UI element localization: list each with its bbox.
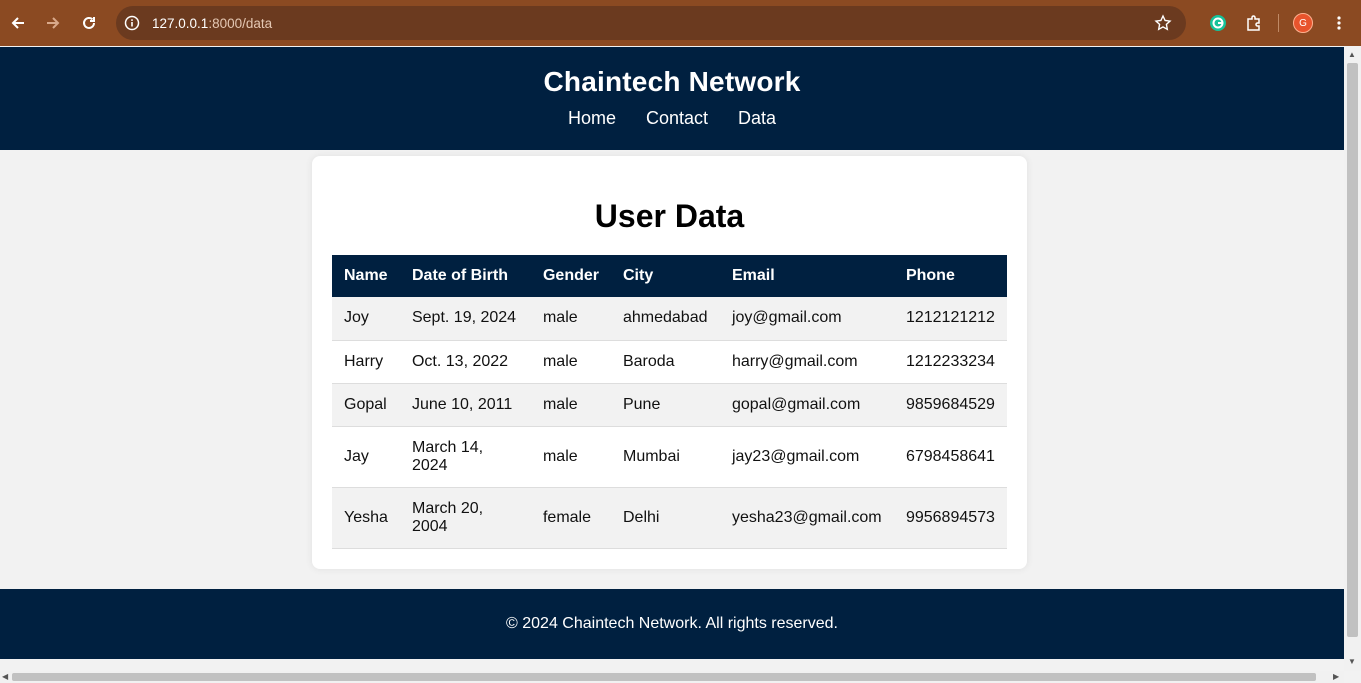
site-title: Chaintech Network <box>543 66 801 97</box>
browser-toolbar: 127.0.0.1:8000/data G <box>0 0 1361 46</box>
grammarly-extension-button[interactable] <box>1200 5 1236 41</box>
table-header-row: Name Date of Birth Gender City Email Pho… <box>332 255 1007 297</box>
toolbar-separator <box>1278 14 1279 32</box>
table-row: Jay March 14, 2024 male Mumbai jay23@gma… <box>332 426 1007 488</box>
user-data-card: User Data Name Date of Birth Gender City… <box>312 156 1027 569</box>
cell-gender: male <box>530 426 611 488</box>
cell-email: harry@gmail.com <box>719 340 894 384</box>
page-viewport: Chaintech Network Home Contact Data User… <box>0 47 1344 671</box>
cell-name: Gopal <box>332 383 400 427</box>
column-header-name: Name <box>332 255 400 297</box>
column-header-phone: Phone <box>893 255 1007 297</box>
scroll-right-arrow-icon[interactable]: ▶ <box>1333 672 1339 681</box>
horizontal-scrollbar[interactable]: ◀ ▶ <box>0 671 1344 683</box>
kebab-menu-icon <box>1337 16 1341 30</box>
grammarly-icon <box>1210 15 1226 31</box>
address-bar[interactable]: 127.0.0.1:8000/data <box>116 6 1186 40</box>
extensions-button[interactable] <box>1236 5 1272 41</box>
scroll-up-arrow-icon[interactable]: ▲ <box>1348 50 1356 59</box>
column-header-dob: Date of Birth <box>399 255 531 297</box>
cell-dob: June 10, 2011 <box>399 383 531 427</box>
cell-email: joy@gmail.com <box>719 297 894 341</box>
vertical-scrollbar[interactable]: ▲ ▼ <box>1344 47 1361 671</box>
user-data-table: Name Date of Birth Gender City Email Pho… <box>332 255 1007 549</box>
profile-avatar: G <box>1293 13 1313 33</box>
cell-name: Joy <box>332 297 400 341</box>
cell-phone: 1212121212 <box>893 297 1007 341</box>
table-row: Harry Oct. 13, 2022 male Baroda harry@gm… <box>332 340 1007 384</box>
cell-city: ahmedabad <box>610 297 720 341</box>
cell-email: jay23@gmail.com <box>719 426 894 488</box>
nav-link-contact[interactable]: Contact <box>646 108 708 129</box>
cell-city: Mumbai <box>610 426 720 488</box>
reload-icon <box>83 16 95 29</box>
url-host: 127.0.0.1 <box>152 15 209 31</box>
cell-gender: male <box>530 297 611 341</box>
reload-button[interactable] <box>71 5 107 41</box>
star-icon <box>1154 14 1172 31</box>
cell-email: gopal@gmail.com <box>719 383 894 427</box>
page-title: User Data <box>594 198 745 234</box>
cell-city: Baroda <box>610 340 720 384</box>
scroll-left-arrow-icon[interactable]: ◀ <box>2 672 8 681</box>
arrow-right-icon <box>47 17 60 29</box>
url-path: :8000/data <box>208 15 273 31</box>
nav-link-home[interactable]: Home <box>568 108 616 129</box>
table-row: Yesha March 20, 2004 female Delhi yesha2… <box>332 487 1007 549</box>
arrow-left-icon <box>11 17 24 29</box>
scroll-down-arrow-icon[interactable]: ▼ <box>1348 657 1356 666</box>
nav-link-data[interactable]: Data <box>738 108 776 129</box>
column-header-city: City <box>610 255 720 297</box>
vertical-scroll-thumb[interactable] <box>1347 63 1358 637</box>
cell-phone: 6798458641 <box>893 426 1007 488</box>
browser-menu-button[interactable] <box>1321 5 1357 41</box>
cell-phone: 9859684529 <box>893 383 1007 427</box>
back-button[interactable] <box>0 5 36 41</box>
profile-button[interactable]: G <box>1285 5 1321 41</box>
cell-dob: March 14, 2024 <box>399 426 531 488</box>
cell-dob: Oct. 13, 2022 <box>399 340 531 384</box>
table-row: Joy Sept. 19, 2024 male ahmedabad joy@gm… <box>332 297 1007 341</box>
cell-email: yesha23@gmail.com <box>719 487 894 549</box>
cell-dob: Sept. 19, 2024 <box>399 297 531 341</box>
site-footer: © 2024 Chaintech Network. All rights res… <box>0 589 1344 659</box>
cell-name: Jay <box>332 426 400 488</box>
forward-button[interactable] <box>35 5 71 41</box>
table-row: Gopal June 10, 2011 male Pune gopal@gmai… <box>332 383 1007 427</box>
info-icon <box>124 15 140 31</box>
column-header-gender: Gender <box>530 255 611 297</box>
cell-gender: male <box>530 340 611 384</box>
site-info-button[interactable] <box>122 13 142 33</box>
url-text[interactable]: 127.0.0.1:8000/data <box>152 16 272 31</box>
puzzle-icon <box>1247 15 1260 31</box>
footer-copyright: © 2024 Chaintech Network. All rights res… <box>506 615 838 632</box>
cell-gender: male <box>530 383 611 427</box>
cell-name: Yesha <box>332 487 400 549</box>
site-header: Chaintech Network Home Contact Data <box>0 47 1344 150</box>
cell-city: Delhi <box>610 487 720 549</box>
bookmark-button[interactable] <box>1154 14 1172 37</box>
cell-phone: 9956894573 <box>893 487 1007 549</box>
horizontal-scroll-thumb[interactable] <box>12 673 1316 681</box>
cell-dob: March 20, 2004 <box>399 487 531 549</box>
site-nav: Home Contact Data <box>0 108 1344 129</box>
cell-name: Harry <box>332 340 400 384</box>
cell-gender: female <box>530 487 611 549</box>
cell-phone: 1212233234 <box>893 340 1007 384</box>
cell-city: Pune <box>610 383 720 427</box>
column-header-email: Email <box>719 255 894 297</box>
